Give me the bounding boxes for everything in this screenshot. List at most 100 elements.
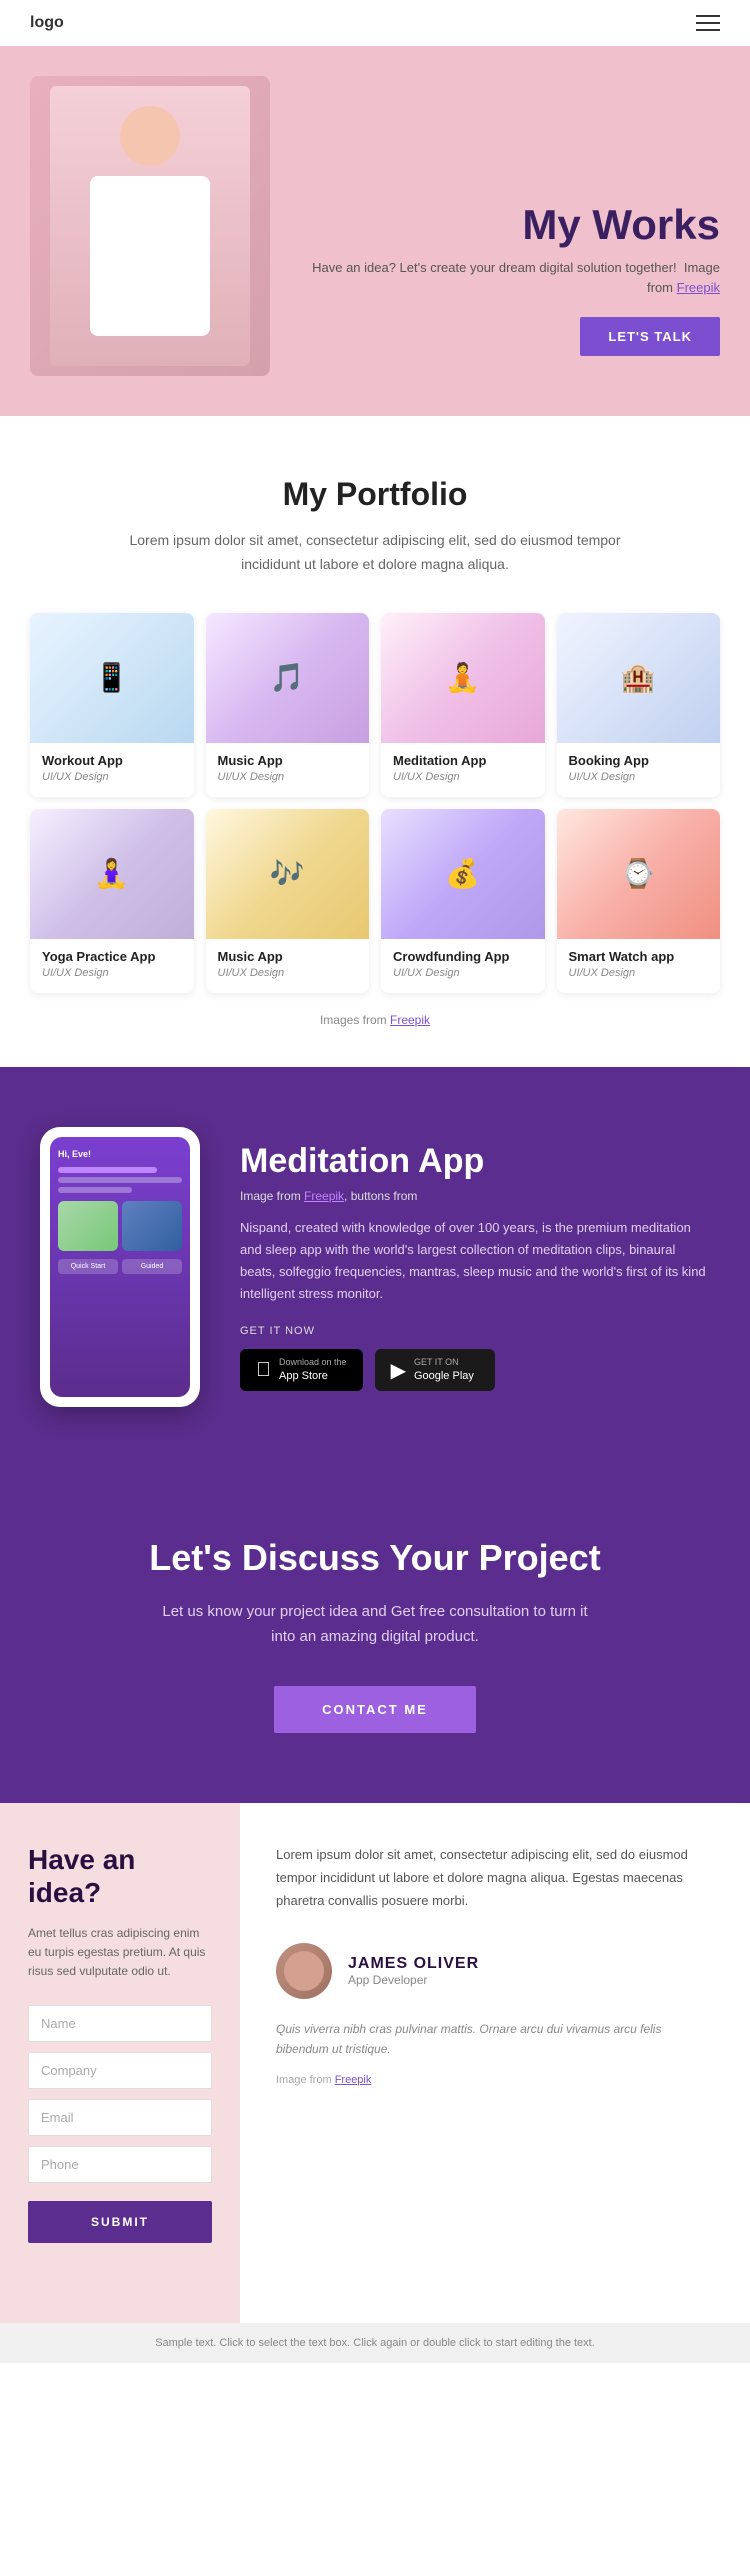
freepik-portfolio-link[interactable]: Freepik <box>390 1013 430 1027</box>
card-name-2: Music App <box>218 753 358 768</box>
freepik-link[interactable]: Freepik <box>677 280 720 295</box>
portfolio-card-1[interactable]: 📱 Workout App UI/UX Design <box>30 613 194 797</box>
contact-me-button[interactable]: CONTACT ME <box>274 1686 476 1733</box>
testimonial-image-note: Image from Freepik <box>276 2074 714 2086</box>
freepik-meditation-link[interactable]: Freepik <box>304 1189 344 1203</box>
app-store-text: Download on the App Store <box>279 1357 347 1383</box>
card-image-7: 💰 <box>381 809 545 939</box>
footer-note-text: Sample text. Click to select the text bo… <box>155 2337 595 2349</box>
person-role: App Developer <box>348 1973 479 1987</box>
card-image-1: 📱 <box>30 613 194 743</box>
card-info-8: Smart Watch app UI/UX Design <box>557 939 721 993</box>
hero-title: My Works <box>300 202 720 248</box>
card-name-4: Booking App <box>569 753 709 768</box>
portfolio-card-3[interactable]: 🧘 Meditation App UI/UX Design <box>381 613 545 797</box>
testimonial-person: JAMES OLIVER App Developer <box>276 1943 714 1999</box>
card-name-5: Yoga Practice App <box>42 949 182 964</box>
portfolio-section: My Portfolio Lorem ipsum dolor sit amet,… <box>0 416 750 1067</box>
discuss-title: Let's Discuss Your Project <box>40 1537 710 1579</box>
store-buttons:  Download on the App Store ▶ GET IT ON … <box>240 1349 710 1391</box>
card-image-6: 🎶 <box>206 809 370 939</box>
logo: logo <box>30 14 64 32</box>
idea-subtitle: Amet tellus cras adipiscing enim eu turp… <box>28 1924 212 1982</box>
card-info-3: Meditation App UI/UX Design <box>381 743 545 797</box>
meditation-content: Meditation App Image from Freepik, butto… <box>240 1142 710 1391</box>
idea-section: Have an idea? Amet tellus cras adipiscin… <box>0 1803 750 2323</box>
freepik-testimonial-link[interactable]: Freepik <box>335 2074 372 2086</box>
card-image-3: 🧘 <box>381 613 545 743</box>
apple-icon:  <box>256 1359 271 1382</box>
avatar <box>276 1943 332 1999</box>
portfolio-card-4[interactable]: 🏨 Booking App UI/UX Design <box>557 613 721 797</box>
meditation-image-note: Image from Freepik, buttons from <box>240 1189 710 1203</box>
card-info-1: Workout App UI/UX Design <box>30 743 194 797</box>
card-info-7: Crowdfunding App UI/UX Design <box>381 939 545 993</box>
hero-section: My Works Have an idea? Let's create your… <box>0 46 750 416</box>
name-input[interactable] <box>28 2005 212 2042</box>
phone-bar-3 <box>58 1187 132 1193</box>
idea-form-panel: Have an idea? Amet tellus cras adipiscin… <box>0 1803 240 2323</box>
header: logo <box>0 0 750 46</box>
portfolio-title: My Portfolio <box>30 476 720 513</box>
meditation-section: Hi, Eve! Quick Start Guided Meditation A… <box>0 1067 750 1467</box>
card-info-6: Music App UI/UX Design <box>206 939 370 993</box>
google-play-button[interactable]: ▶ GET IT ON Google Play <box>375 1349 495 1391</box>
phone-greeting: Hi, Eve! <box>58 1149 182 1159</box>
portfolio-card-7[interactable]: 💰 Crowdfunding App UI/UX Design <box>381 809 545 993</box>
phone-quick-btn-1: Quick Start <box>58 1259 118 1274</box>
card-info-5: Yoga Practice App UI/UX Design <box>30 939 194 993</box>
person-body <box>90 176 210 336</box>
portfolio-card-6[interactable]: 🎶 Music App UI/UX Design <box>206 809 370 993</box>
portfolio-card-8[interactable]: ⌚ Smart Watch app UI/UX Design <box>557 809 721 993</box>
google-play-label: Google Play <box>414 1369 474 1383</box>
hamburger-menu[interactable] <box>696 15 720 31</box>
idea-title: Have an idea? <box>28 1843 212 1910</box>
google-play-text: GET IT ON Google Play <box>414 1357 474 1383</box>
portfolio-card-2[interactable]: 🎵 Music App UI/UX Design <box>206 613 370 797</box>
submit-button[interactable]: SUBMIT <box>28 2201 212 2243</box>
phone-bar-2 <box>58 1177 182 1183</box>
card-type-4: UI/UX Design <box>569 771 709 783</box>
card-image-8: ⌚ <box>557 809 721 939</box>
card-type-8: UI/UX Design <box>569 967 709 979</box>
phone-quick-btn-2: Guided <box>122 1259 182 1274</box>
phone-thumb-2 <box>122 1201 182 1251</box>
footer-note: Sample text. Click to select the text bo… <box>0 2323 750 2363</box>
portfolio-description: Lorem ipsum dolor sit amet, consectetur … <box>125 529 625 577</box>
portfolio-card-5[interactable]: 🧘‍♀️ Yoga Practice App UI/UX Design <box>30 809 194 993</box>
testimonial-description: Lorem ipsum dolor sit amet, consectetur … <box>276 1843 714 1913</box>
avatar-inner <box>284 1951 324 1991</box>
card-type-6: UI/UX Design <box>218 967 358 979</box>
card-type-2: UI/UX Design <box>218 771 358 783</box>
phone-thumb-1 <box>58 1201 118 1251</box>
phone-btn-row: Quick Start Guided <box>58 1259 182 1274</box>
card-type-3: UI/UX Design <box>393 771 533 783</box>
card-name-3: Meditation App <box>393 753 533 768</box>
google-play-icon: ▶ <box>391 1358 406 1383</box>
app-store-button[interactable]:  Download on the App Store <box>240 1349 363 1391</box>
google-play-small: GET IT ON <box>414 1357 474 1369</box>
email-input[interactable] <box>28 2099 212 2136</box>
testimonial-quote: Quis viverra nibh cras pulvinar mattis. … <box>276 2019 714 2060</box>
phone-input[interactable] <box>28 2146 212 2183</box>
meditation-phone-mockup: Hi, Eve! Quick Start Guided <box>40 1127 200 1407</box>
portfolio-grid: 📱 Workout App UI/UX Design 🎵 Music App U… <box>30 613 720 993</box>
hero-person-image <box>50 86 250 366</box>
card-image-4: 🏨 <box>557 613 721 743</box>
card-type-5: UI/UX Design <box>42 967 182 979</box>
card-type-7: UI/UX Design <box>393 967 533 979</box>
get-it-now-label: GET IT NOW <box>240 1325 710 1337</box>
app-store-label: App Store <box>279 1369 347 1383</box>
card-name-8: Smart Watch app <box>569 949 709 964</box>
card-image-5: 🧘‍♀️ <box>30 809 194 939</box>
card-image-2: 🎵 <box>206 613 370 743</box>
card-name-7: Crowdfunding App <box>393 949 533 964</box>
hero-subtitle: Have an idea? Let's create your dream di… <box>300 258 720 297</box>
meditation-title: Meditation App <box>240 1142 710 1181</box>
portfolio-images-note: Images from Freepik <box>30 1013 720 1027</box>
card-info-4: Booking App UI/UX Design <box>557 743 721 797</box>
card-name-6: Music App <box>218 949 358 964</box>
company-input[interactable] <box>28 2052 212 2089</box>
lets-talk-button[interactable]: LET'S TALK <box>580 317 720 356</box>
card-type-1: UI/UX Design <box>42 771 182 783</box>
